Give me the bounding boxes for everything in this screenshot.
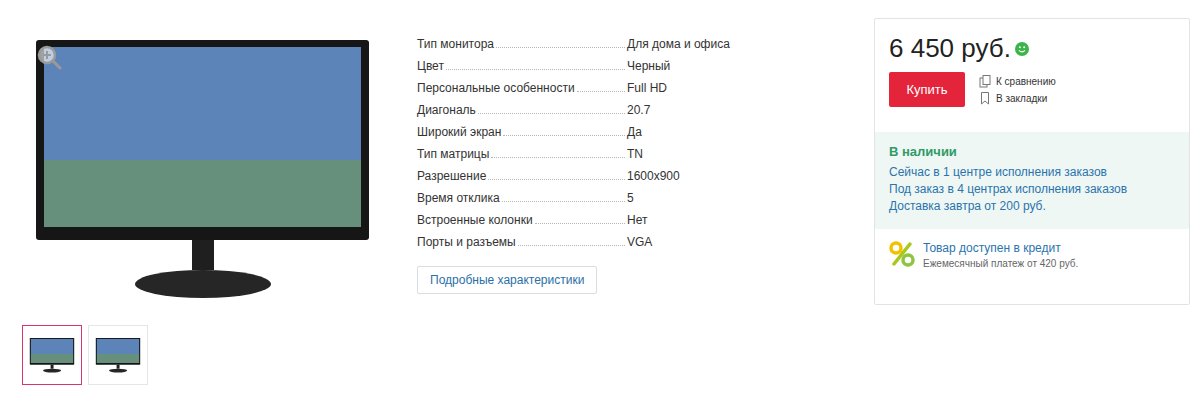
- spec-label: Персональные особенности: [417, 81, 627, 95]
- product-page: Тип монитораДля дома и офисаЦветЧерныйПе…: [0, 0, 1200, 403]
- availability-title: В наличии: [889, 144, 1175, 159]
- buy-row: Купить К сравнению В закладки: [875, 64, 1189, 107]
- spec-label: Диагональ: [417, 103, 627, 117]
- spec-value: Черный: [627, 59, 747, 73]
- spec-value: Нет: [627, 213, 747, 227]
- buy-button[interactable]: Купить: [889, 72, 965, 107]
- dotted-leader: [503, 135, 625, 136]
- availability-link[interactable]: Сейчас в 1 центре исполнения заказов: [889, 164, 1175, 181]
- credit-note: Ежемесячный платеж от 420 руб.: [923, 258, 1078, 269]
- dotted-leader: [491, 157, 625, 158]
- spec-row: Тип монитораДля дома и офиса: [417, 33, 747, 55]
- thumbnail-image: [29, 338, 75, 373]
- monitor-photo: [30, 40, 375, 302]
- spec-label: Цвет: [417, 59, 627, 73]
- offer-card: 6 450 руб. Купить К сравнению В закладки В н…: [874, 18, 1190, 305]
- credit-link[interactable]: Товар доступен в кредит: [923, 241, 1078, 255]
- action-list: К сравнению В закладки: [979, 75, 1056, 105]
- spec-value: VGA: [627, 235, 747, 249]
- spec-value: Full HD: [627, 81, 747, 95]
- dotted-leader: [502, 201, 625, 202]
- spec-value: Да: [627, 125, 747, 139]
- credit-panel: Товар доступен в кредит Ежемесячный плате…: [875, 229, 1189, 281]
- action-link[interactable]: В закладки: [979, 92, 1056, 105]
- thumbnail[interactable]: [22, 325, 82, 385]
- action-link[interactable]: К сравнению: [979, 75, 1056, 88]
- smiley-icon: [1015, 42, 1029, 56]
- spec-label: Разрешение: [417, 169, 627, 183]
- spec-row: ЦветЧерный: [417, 55, 747, 77]
- dotted-leader: [518, 245, 625, 246]
- spec-label: Порты и разъемы: [417, 235, 627, 249]
- spec-row: Диагональ20.7: [417, 99, 747, 121]
- spec-label: Встроенные колонки: [417, 213, 627, 227]
- spec-value: 5: [627, 191, 747, 205]
- compare-icon: [979, 75, 991, 88]
- dotted-leader: [577, 91, 625, 92]
- spec-label: Тип монитора: [417, 37, 627, 51]
- price: 6 450 руб.: [889, 33, 1011, 64]
- bookmark-icon: [979, 92, 991, 105]
- zoom-icon[interactable]: [36, 44, 62, 70]
- percent-icon: [889, 241, 915, 267]
- spec-value: 1600x900: [627, 169, 747, 183]
- spec-row: Разрешение1600x900: [417, 165, 747, 187]
- availability-panel: В наличии Сейчас в 1 центре исполнения за…: [875, 132, 1189, 229]
- spec-row: Широкий экранДа: [417, 121, 747, 143]
- dotted-leader: [488, 179, 625, 180]
- product-image[interactable]: [30, 40, 375, 302]
- dotted-leader: [535, 223, 625, 224]
- dotted-leader: [446, 69, 625, 70]
- price-row: 6 450 руб.: [875, 19, 1189, 64]
- spec-row: Порты и разъемыVGA: [417, 231, 747, 253]
- thumbnail[interactable]: [88, 325, 148, 385]
- dotted-leader: [496, 47, 625, 48]
- availability-link[interactable]: Под заказ в 4 центрах исполнения заказов: [889, 181, 1175, 198]
- dotted-leader: [478, 113, 625, 114]
- availability-link[interactable]: Доставка завтра от 200 руб.: [889, 198, 1175, 215]
- thumbnail-image: [95, 338, 141, 373]
- details-button[interactable]: Подробные характеристики: [417, 266, 597, 294]
- spec-row: Время отклика5: [417, 187, 747, 209]
- spec-label: Тип матрицы: [417, 147, 627, 161]
- spec-row: Тип матрицыTN: [417, 143, 747, 165]
- spec-row: Встроенные колонкиНет: [417, 209, 747, 231]
- spec-value: Для дома и офиса: [627, 37, 747, 51]
- spec-label: Время отклика: [417, 191, 627, 205]
- spec-value: TN: [627, 147, 747, 161]
- gallery: [22, 0, 382, 385]
- spec-value: 20.7: [627, 103, 747, 117]
- spec-list: Тип монитораДля дома и офисаЦветЧерныйПе…: [417, 0, 747, 294]
- spec-label: Широкий экран: [417, 125, 627, 139]
- thumbnail-list: [22, 325, 382, 385]
- credit-text: Товар доступен в кредит Ежемесячный плате…: [923, 241, 1078, 269]
- spec-row: Персональные особенностиFull HD: [417, 77, 747, 99]
